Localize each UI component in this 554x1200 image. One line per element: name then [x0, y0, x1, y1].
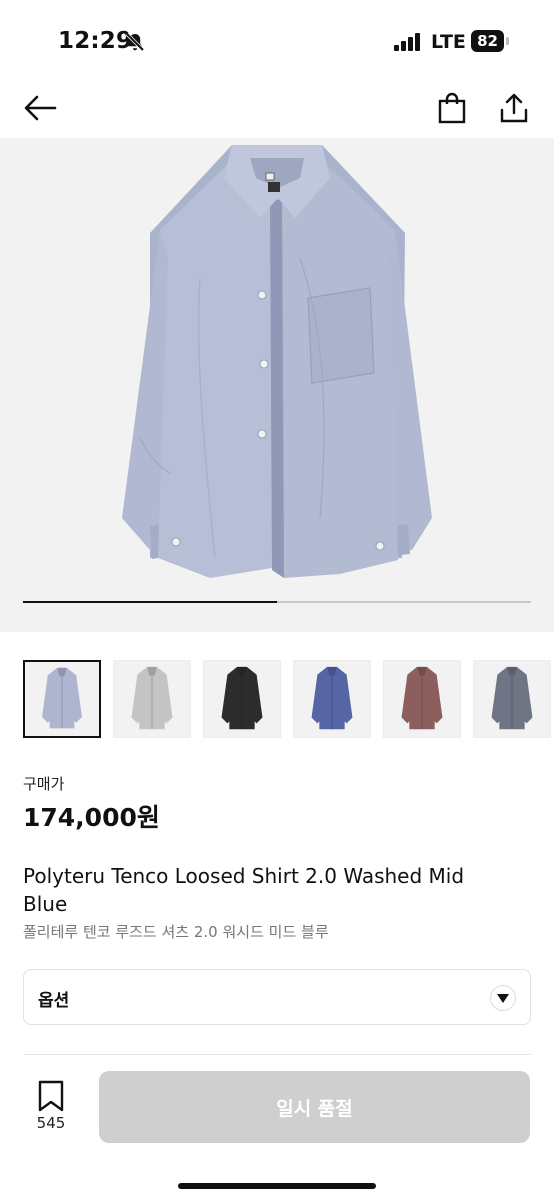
- nav-bar: [0, 80, 554, 138]
- thumbnail-item[interactable]: [383, 660, 461, 738]
- shirt-image: [122, 145, 432, 578]
- sold-out-button[interactable]: 일시 품절: [99, 1071, 530, 1143]
- bookmark-count: 545: [36, 1114, 66, 1132]
- battery-cap: [506, 37, 509, 45]
- status-time: 12:29: [58, 28, 133, 54]
- bell-slash-icon: [125, 32, 145, 52]
- thumbnail-item[interactable]: [113, 660, 191, 738]
- battery-indicator: 82: [471, 30, 509, 52]
- chevron-down-icon: [490, 985, 516, 1011]
- option-label: 옵션: [38, 991, 70, 1011]
- share-button[interactable]: [494, 88, 534, 128]
- bookmark-button[interactable]: 545: [28, 1080, 74, 1136]
- bookmark-icon: [38, 1080, 64, 1112]
- price-value: 174,000원: [23, 803, 160, 832]
- thumbnail-item[interactable]: [23, 660, 101, 738]
- network-label: LTE: [431, 31, 466, 53]
- shirt-thumbnail-image: [311, 666, 353, 730]
- shirt-thumbnail-image: [131, 666, 173, 730]
- divider: [23, 1054, 531, 1055]
- gallery-progress-bar: [23, 601, 531, 603]
- shirt-thumbnail-image: [42, 667, 82, 729]
- arrow-left-icon: [24, 95, 57, 121]
- product-image-gallery[interactable]: [0, 138, 554, 632]
- product-name-korean: 폴리테루 텐코 루즈드 셔츠 2.0 워시드 미드 블루: [23, 923, 329, 941]
- home-indicator: [178, 1183, 376, 1189]
- thumbnail-list: [23, 660, 554, 738]
- gallery-progress-fill: [23, 601, 277, 603]
- back-button[interactable]: [20, 88, 60, 128]
- thumbnail-item[interactable]: [473, 660, 551, 738]
- shopping-bag-icon: [438, 92, 466, 124]
- product-name: Polyteru Tenco Loosed Shirt 2.0 Washed M…: [23, 864, 465, 916]
- battery-level: 82: [471, 30, 504, 52]
- option-dropdown[interactable]: 옵션: [23, 969, 531, 1025]
- bottom-action-bar: 545 일시 품절: [0, 1058, 554, 1200]
- cart-button[interactable]: [432, 88, 472, 128]
- price-label: 구매가: [23, 775, 65, 793]
- shirt-thumbnail-image: [491, 666, 533, 730]
- shirt-thumbnail-image: [221, 666, 263, 730]
- thumbnail-item[interactable]: [203, 660, 281, 738]
- shirt-thumbnail-image: [401, 666, 443, 730]
- thumbnail-item[interactable]: [293, 660, 371, 738]
- share-icon: [500, 93, 528, 123]
- status-bar: 12:29 LTE 82: [0, 0, 554, 80]
- signal-icon: [394, 33, 420, 51]
